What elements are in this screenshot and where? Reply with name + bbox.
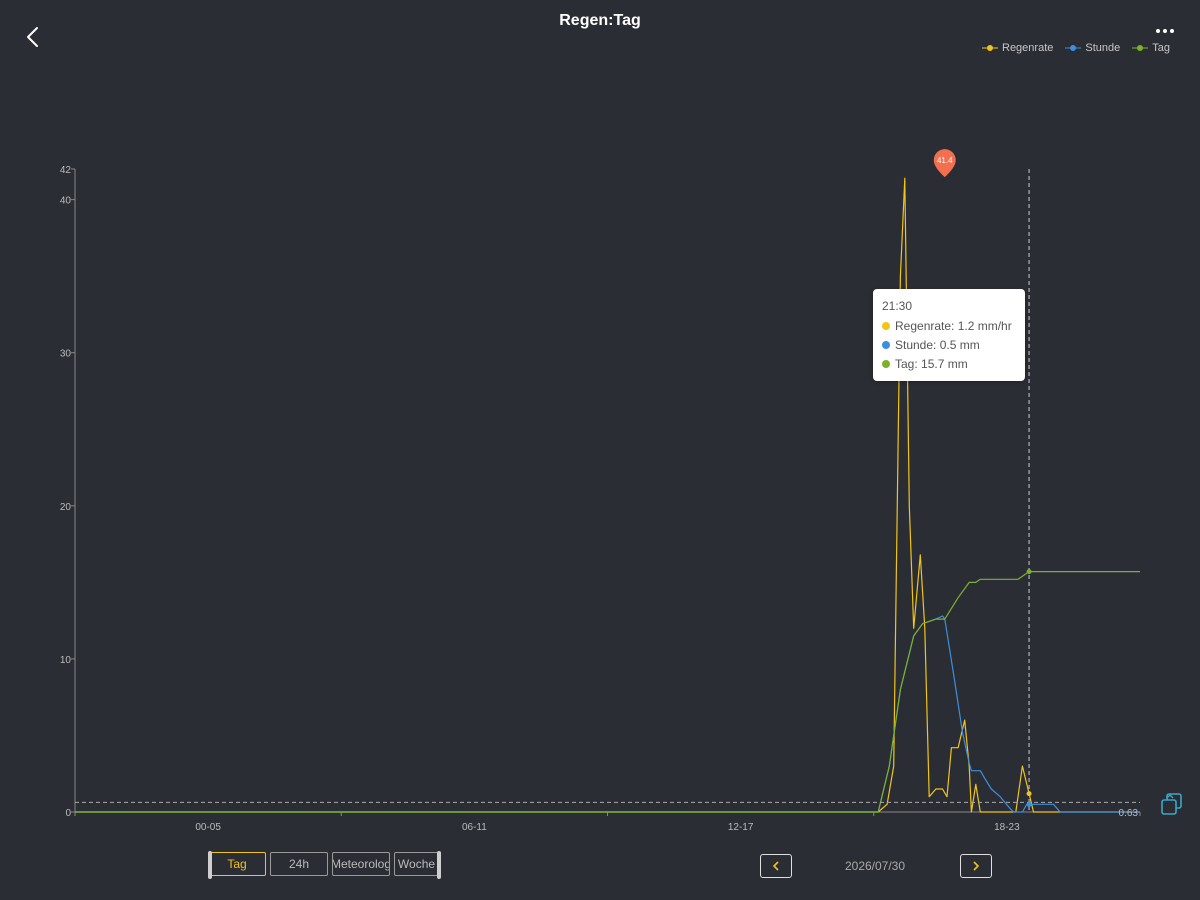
zoom-reset-button[interactable] [1158, 790, 1186, 818]
crosshair-point-regenrate [1026, 791, 1032, 797]
tabs-scroll-handle-right[interactable] [437, 851, 441, 879]
x-tick-label: 06-11 [462, 822, 487, 833]
chevron-right-icon [973, 861, 980, 871]
series-line-tag [75, 570, 1140, 813]
tab-24h[interactable]: 24h [270, 852, 328, 876]
x-tick-label: 18-23 [994, 822, 1020, 833]
x-tick-label: 00-05 [195, 822, 221, 833]
tooltip-dot-regenrate [882, 322, 890, 330]
chart-tooltip: 21:30 Regenrate: 1.2 mm/hr Stunde: 0.5 m… [873, 289, 1025, 381]
y-tick-label: 42 [60, 165, 72, 176]
tooltip-row-stunde: Stunde: 0.5 mm [882, 338, 1016, 352]
tooltip-row-tag: Tag: 15.7 mm [882, 357, 1016, 371]
tooltip-dot-stunde [882, 341, 890, 349]
restore-zoom-icon [1161, 793, 1182, 815]
y-tick-label: 20 [60, 502, 72, 513]
crosshair-point-tag [1026, 569, 1032, 575]
tooltip-text-stunde: Stunde: 0.5 mm [895, 338, 980, 352]
y-tick-label: 30 [60, 349, 72, 360]
y-tick-label: 40 [60, 196, 72, 207]
chart-overlay: 0.63 41.4 [75, 149, 1140, 819]
chart-series [75, 177, 1140, 813]
crosshair-point-stunde [1026, 801, 1032, 807]
current-date[interactable]: 2026/07/30 [800, 859, 950, 873]
y-tick-label: 0 [65, 808, 71, 819]
average-line-label: 0.63 [1119, 808, 1139, 819]
next-date-button[interactable] [960, 854, 992, 878]
tooltip-time: 21:30 [882, 299, 913, 313]
tooltip-row-regenrate: Regenrate: 1.2 mm/hr [882, 319, 1016, 333]
tooltip-text-tag: Tag: 15.7 mm [895, 357, 968, 371]
y-tick-label: 10 [60, 655, 72, 666]
x-tick-label: 12-17 [728, 822, 754, 833]
max-marker-label: 41.4 [937, 156, 953, 165]
series-line-regenrate [75, 177, 1140, 813]
rain-chart[interactable]: 0 10 20 30 40 42 00-05 06-11 12-17 18-23 0.63 41.4 [0, 0, 1200, 840]
period-tabs: Tag 24h Meteorolog Woche [208, 851, 441, 879]
tab-woche[interactable]: Woche [394, 852, 439, 876]
tooltip-text-regenrate: Regenrate: 1.2 mm/hr [895, 319, 1012, 333]
chart-axes: 0 10 20 30 40 42 00-05 06-11 12-17 18-23 [60, 165, 1141, 833]
previous-date-button[interactable] [760, 854, 792, 878]
chevron-left-icon [772, 861, 779, 871]
tab-tag[interactable]: Tag [208, 852, 266, 876]
tab-meteorolog[interactable]: Meteorolog [332, 852, 390, 876]
tabs-scroll-handle-left[interactable] [208, 851, 212, 879]
tooltip-dot-tag [882, 360, 890, 368]
series-line-stunde [75, 615, 1140, 813]
